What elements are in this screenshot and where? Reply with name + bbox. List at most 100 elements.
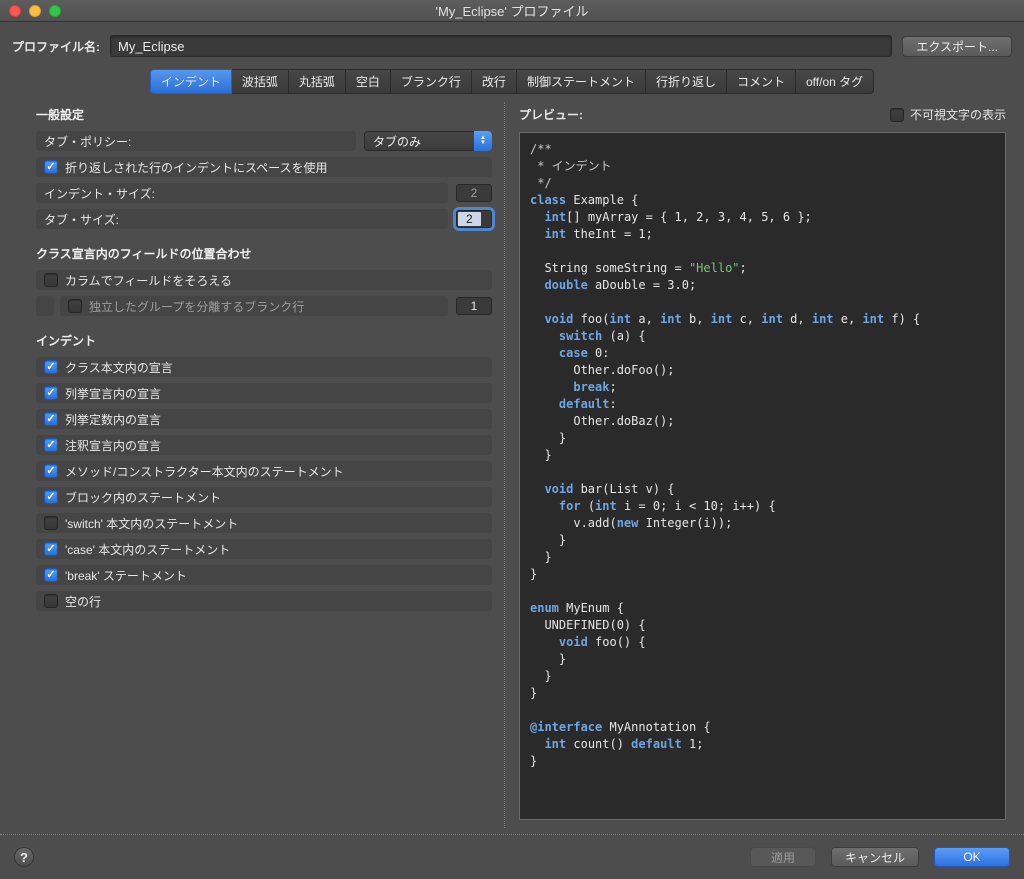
wrapped-indent-label: 折り返しされた行のインデントにスペースを使用 xyxy=(65,160,328,175)
checkbox-checked-icon[interactable] xyxy=(44,542,58,556)
blank-lines-input[interactable]: 1 xyxy=(456,297,492,315)
code-preview[interactable]: /** * インデント */ class Example { int[] myAr… xyxy=(519,132,1006,820)
indent-option-row[interactable]: ブロック内のステートメント xyxy=(36,487,492,507)
align-columns-row[interactable]: カラムでフィールドをそろえる xyxy=(36,270,492,290)
tab-blank-lines[interactable]: ブランク行 xyxy=(390,69,472,94)
tab-size-row: タブ・サイズ: 2 xyxy=(36,209,492,229)
ok-button[interactable]: OK xyxy=(934,847,1010,867)
code-line: } xyxy=(530,550,552,564)
indent-option-row[interactable]: 'switch' 本文内のステートメント xyxy=(36,513,492,533)
zoom-button[interactable] xyxy=(49,5,61,17)
checkbox-unchecked-icon[interactable] xyxy=(44,594,58,608)
tab-line-wrapping[interactable]: 行折り返し xyxy=(645,69,727,94)
show-whitespace-row[interactable]: 不可視文字の表示 xyxy=(889,106,1006,123)
code-line: UNDEFINED(0) { xyxy=(530,618,646,632)
checkbox-checked-icon[interactable] xyxy=(44,438,58,452)
indent-option-label: 'switch' 本文内のステートメント xyxy=(65,516,239,531)
bottom-bar: ? 適用 キャンセル OK xyxy=(0,835,1024,879)
code-line: int count() default 1; xyxy=(544,737,704,751)
tab-size-input[interactable]: 2 xyxy=(456,210,492,228)
code-line: void bar(List v) { xyxy=(544,482,675,496)
apply-button[interactable]: 適用 xyxy=(749,847,816,867)
indent-option-label: クラス本文内の宣言 xyxy=(65,360,173,375)
minimize-button[interactable] xyxy=(29,5,41,17)
tab-braces[interactable]: 波括弧 xyxy=(231,69,289,94)
tab-comments[interactable]: コメント xyxy=(726,69,796,94)
indent-option-row[interactable]: メソッド/コンストラクター本文内のステートメント xyxy=(36,461,492,481)
indent-option-label: 注釈宣言内の宣言 xyxy=(65,438,162,453)
code-line: Other.doFoo(); xyxy=(530,363,675,377)
preview-panel: プレビュー: 不可視文字の表示 /** * インデント */ class Exam… xyxy=(505,102,1012,828)
code-line: Other.doBaz(); xyxy=(530,414,675,428)
tab-policy-select[interactable]: タブのみ ▲ ▼ xyxy=(364,131,492,151)
indent-option-row[interactable]: 注釈宣言内の宣言 xyxy=(36,435,492,455)
indent-size-row: インデント・サイズ: 2 xyxy=(36,183,492,203)
window-title: 'My_Eclipse' プロファイル xyxy=(435,4,589,19)
tab-whitespace[interactable]: 空白 xyxy=(345,69,391,94)
export-button[interactable]: エクスポート... xyxy=(902,35,1012,57)
checkbox-unchecked-icon[interactable] xyxy=(44,516,58,530)
section-title-general: 一般設定 xyxy=(36,108,85,122)
tab-parentheses[interactable]: 丸括弧 xyxy=(288,69,346,94)
code-line: } xyxy=(530,686,538,700)
chevron-updown-icon: ▲ ▼ xyxy=(474,131,492,151)
profile-name-input[interactable] xyxy=(110,35,893,57)
code-line: } xyxy=(530,754,538,768)
checkbox-checked-icon[interactable] xyxy=(44,386,58,400)
align-columns-label: カラムでフィールドをそろえる xyxy=(65,273,233,288)
wrapped-indent-row[interactable]: 折り返しされた行のインデントにスペースを使用 xyxy=(36,157,492,177)
show-whitespace-checkbox[interactable] xyxy=(889,107,904,122)
indent-option-label: 列挙宣言内の宣言 xyxy=(65,386,162,401)
code-line: enum MyEnum { xyxy=(530,601,624,615)
tab-control-statements[interactable]: 制御ステートメント xyxy=(516,69,646,94)
code-line: @interface MyAnnotation { xyxy=(530,720,711,734)
code-line: } xyxy=(530,431,567,445)
checkbox-checked-icon[interactable] xyxy=(44,464,58,478)
profile-dialog-window: 'My_Eclipse' プロファイル プロファイル名: エクスポート... イ… xyxy=(0,0,1024,879)
code-line: /** xyxy=(530,142,552,156)
titlebar[interactable]: 'My_Eclipse' プロファイル xyxy=(0,0,1024,22)
indent-option-row[interactable]: 列挙宣言内の宣言 xyxy=(36,383,492,403)
indent-size-input[interactable]: 2 xyxy=(456,184,492,202)
code-line: class Example { xyxy=(530,193,639,207)
code-line: } xyxy=(530,533,567,547)
indent-option-label: メソッド/コンストラクター本文内のステートメント xyxy=(65,464,344,479)
section-title-field-alignment: クラス宣言内のフィールドの位置合わせ xyxy=(36,247,252,261)
indent-spacer xyxy=(36,296,54,316)
code-line: break; xyxy=(573,380,617,394)
tab-off-on-tags[interactable]: off/on タグ xyxy=(795,69,875,94)
close-button[interactable] xyxy=(9,5,21,17)
section-title-indent: インデント xyxy=(36,334,97,348)
indent-option-label: ブロック内のステートメント xyxy=(65,490,222,505)
indent-option-row[interactable]: クラス本文内の宣言 xyxy=(36,357,492,377)
tab-new-lines[interactable]: 改行 xyxy=(471,69,517,94)
code-line: for (int i = 0; i < 10; i++) { xyxy=(558,499,776,513)
tab-policy-row: タブ・ポリシー: タブのみ ▲ ▼ xyxy=(36,131,492,151)
checkbox-checked-icon[interactable] xyxy=(44,568,58,582)
tab-indentation[interactable]: インデント xyxy=(149,69,232,94)
indent-option-row[interactable]: 'case' 本文内のステートメント xyxy=(36,539,492,559)
align-columns-checkbox[interactable] xyxy=(44,273,58,287)
cancel-button[interactable]: キャンセル xyxy=(830,847,919,867)
indent-option-row[interactable]: 'break' ステートメント xyxy=(36,565,492,585)
checkbox-checked-icon[interactable] xyxy=(44,360,58,374)
code-line: String someString = "Hello"; xyxy=(530,261,747,275)
indent-option-row[interactable]: 列挙定数内の宣言 xyxy=(36,409,492,429)
wrapped-indent-checkbox[interactable] xyxy=(44,160,58,174)
checkbox-checked-icon[interactable] xyxy=(44,412,58,426)
traffic-lights xyxy=(9,5,61,17)
indent-option-row[interactable]: 空の行 xyxy=(36,591,492,611)
code-line: void foo(int a, int b, int c, int d, int… xyxy=(544,312,921,326)
help-button[interactable]: ? xyxy=(14,847,34,867)
blank-lines-row: 独立したグループを分離するブランク行 1 xyxy=(36,296,492,316)
indent-option-label: 列挙定数内の宣言 xyxy=(65,412,162,427)
preview-label: プレビュー: xyxy=(519,108,583,122)
blank-lines-checkbox[interactable] xyxy=(68,299,82,313)
checkbox-checked-icon[interactable] xyxy=(44,490,58,504)
blank-lines-value: 1 xyxy=(470,299,478,313)
indent-size-value: 2 xyxy=(470,186,478,200)
show-whitespace-label: 不可視文字の表示 xyxy=(909,108,1006,122)
